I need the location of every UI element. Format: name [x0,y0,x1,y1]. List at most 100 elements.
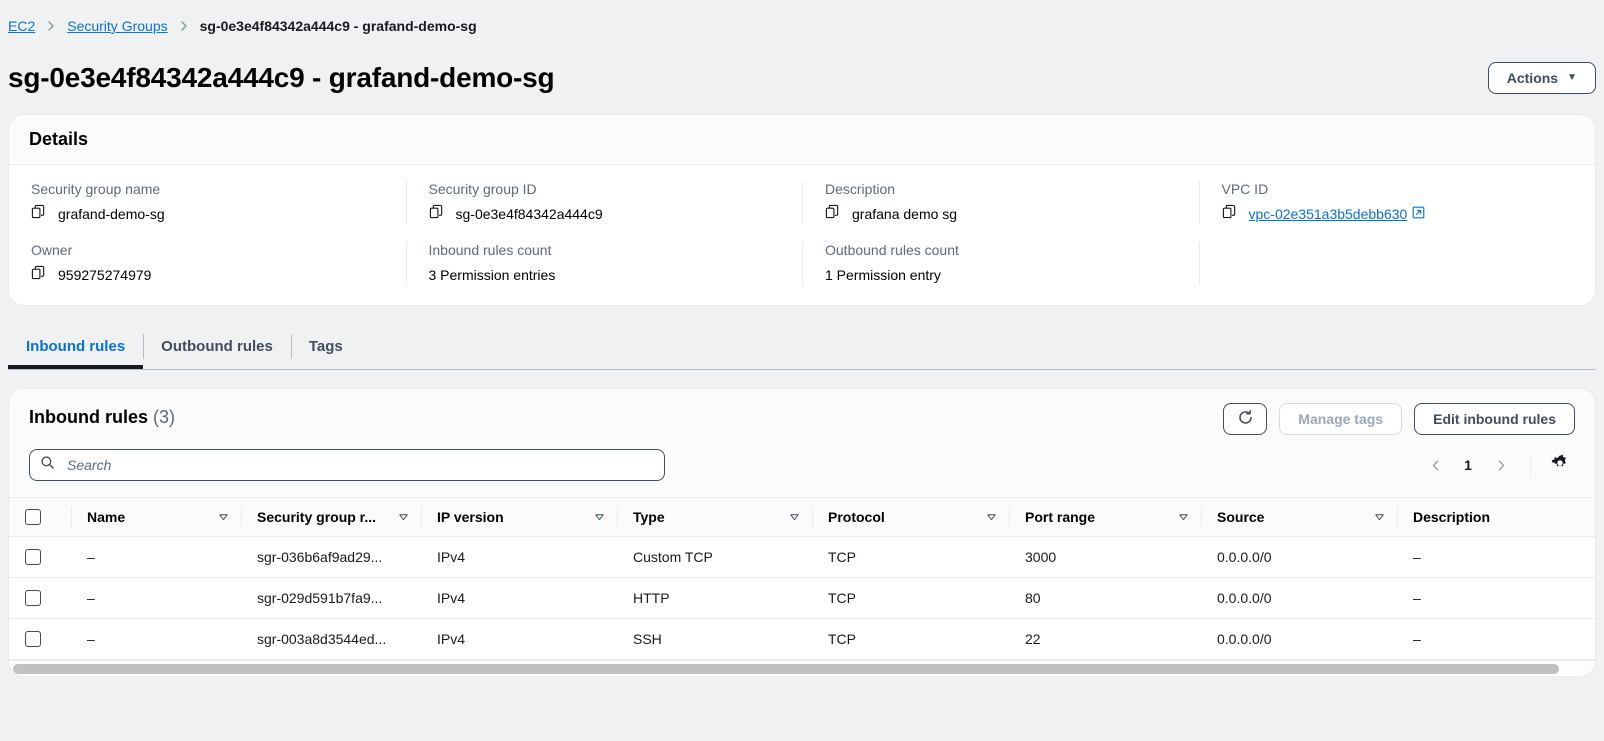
tab-bar: Inbound rules Outbound rules Tags [8,324,1596,370]
search-input[interactable] [65,456,654,474]
edit-inbound-rules-button[interactable]: Edit inbound rules [1414,403,1575,435]
table-row[interactable]: – sgr-029d591b7fa9... IPv4 HTTP TCP 80 0… [9,577,1595,619]
actions-button[interactable]: Actions ▼ [1487,62,1596,94]
tab-inbound-rules[interactable]: Inbound rules [8,324,143,369]
row-checkbox[interactable] [25,631,41,647]
copy-icon[interactable] [31,265,46,285]
cell-protocol: TCP [812,536,1009,578]
manage-tags-button[interactable]: Manage tags [1279,403,1403,435]
column-header-protocol[interactable]: Protocol [812,497,1009,537]
column-label: Port range [1025,509,1096,525]
detail-label: Security group name [31,181,161,197]
cell-ip-version: IPv4 [421,536,617,578]
edit-inbound-rules-label: Edit inbound rules [1433,411,1556,427]
sort-icon[interactable] [1178,512,1189,523]
breadcrumb: EC2 Security Groups sg-0e3e4f84342a444c9… [0,0,1604,52]
column-header-type[interactable]: Type [617,497,812,537]
row-checkbox[interactable] [25,590,41,606]
refresh-icon [1237,409,1254,429]
detail-owner: Owner 959275274979 [9,242,406,285]
row-select-cell [9,536,71,578]
column-label: Security group r... [257,509,377,525]
column-header-port-range[interactable]: Port range [1009,497,1201,537]
search-icon [40,455,55,475]
gear-icon [1551,454,1569,477]
cell-source: 0.0.0.0/0 [1201,577,1397,619]
tab-outbound-rules[interactable]: Outbound rules [143,324,291,369]
cell-name: – [71,618,241,660]
breadcrumb-item-current: sg-0e3e4f84342a444c9 - grafand-demo-sg [199,18,477,34]
column-header-description[interactable]: Description [1397,497,1595,537]
table-toolbar-top: Inbound rules (3) Manage tags Edit inbou… [29,403,1575,435]
horizontal-scrollbar-thumb[interactable] [13,664,1560,674]
detail-security-group-id: Security group ID sg-0e3e4f84342a444c9 [405,181,803,224]
vpc-id-link[interactable]: vpc-02e351a3b5debb630 [1249,204,1426,224]
breadcrumb-item-ec2[interactable]: EC2 [8,18,35,34]
table-toolbar-bottom: 1 [29,435,1575,497]
table-toolbar: Inbound rules (3) Manage tags Edit inbou… [9,389,1595,497]
table-preferences-button[interactable] [1545,450,1575,480]
cell-ip-version: IPv4 [421,618,617,660]
cell-source: 0.0.0.0/0 [1201,536,1397,578]
column-header-ip-version[interactable]: IP version [421,497,617,537]
sort-icon[interactable] [218,512,229,523]
detail-value: vpc-02e351a3b5debb630 [1248,206,1408,222]
details-panel: Details Security group name grafand-demo… [8,114,1596,306]
column-label: IP version [437,509,504,525]
copy-icon[interactable] [31,204,46,224]
table-header-row: Name Security group r... IP version Type… [9,497,1595,537]
column-label: Description [1413,509,1491,525]
detail-value: 1 Permission entry [825,267,941,283]
column-header-source[interactable]: Source [1201,497,1397,537]
row-checkbox[interactable] [25,549,41,565]
sort-icon[interactable] [398,512,409,523]
copy-icon[interactable] [429,204,444,224]
sort-icon[interactable] [1374,512,1385,523]
search-box[interactable] [29,449,665,481]
detail-security-group-name: Security group name grafand-demo-sg [9,181,406,224]
cell-source: 0.0.0.0/0 [1201,618,1397,660]
table-title-text: Inbound rules [29,407,148,427]
table-action-buttons: Manage tags Edit inbound rules [1223,403,1575,435]
tab-label: Outbound rules [161,338,273,355]
cell-type: HTTP [617,577,812,619]
detail-value-row: 959275274979 [31,265,384,285]
refresh-button[interactable] [1223,403,1268,435]
tab-label: Tags [308,338,343,355]
breadcrumb-item-security-groups[interactable]: Security Groups [67,18,167,34]
sort-icon[interactable] [594,512,605,523]
detail-value: grafand-demo-sg [58,206,165,222]
table-row[interactable]: – sgr-003a8d3544ed... IPv4 SSH TCP 22 0.… [9,618,1595,660]
actions-button-label: Actions [1506,70,1559,86]
cell-security-group-rule-id: sgr-036b6af9ad29... [241,536,421,578]
horizontal-scrollbar[interactable] [9,660,1595,676]
copy-icon[interactable] [825,204,840,224]
column-header-name[interactable]: Name [71,497,241,537]
inbound-rules-table: Name Security group r... IP version Type… [9,497,1595,660]
external-link-icon [1412,204,1425,224]
detail-label: Inbound rules count [428,242,552,258]
details-grid: Security group name grafand-demo-sg Secu… [9,181,1595,285]
manage-tags-label: Manage tags [1298,411,1384,427]
cell-port-range: 3000 [1009,536,1201,578]
column-header-security-group-rule-id[interactable]: Security group r... [241,497,421,537]
breadcrumb-separator-icon [178,20,190,32]
tab-tags[interactable]: Tags [290,324,361,369]
cell-type: SSH [617,618,812,660]
row-select-cell [9,577,71,619]
row-select-cell [9,618,71,660]
pagination-page-1[interactable]: 1 [1454,451,1482,479]
sort-icon[interactable] [986,512,997,523]
sort-icon[interactable] [789,512,800,523]
pagination-next-button[interactable] [1486,450,1516,480]
detail-value-row: grafand-demo-sg [31,204,384,224]
select-all-checkbox[interactable] [25,509,41,525]
pagination-prev-button[interactable] [1420,450,1450,480]
cell-type: Custom TCP [617,536,812,578]
table-row[interactable]: – sgr-036b6af9ad29... IPv4 Custom TCP TC… [9,536,1595,578]
copy-icon[interactable] [1222,204,1237,224]
column-label: Source [1217,509,1265,525]
cell-protocol: TCP [812,618,1009,660]
detail-empty-cell [1198,242,1596,285]
detail-value: 3 Permission entries [428,267,556,283]
